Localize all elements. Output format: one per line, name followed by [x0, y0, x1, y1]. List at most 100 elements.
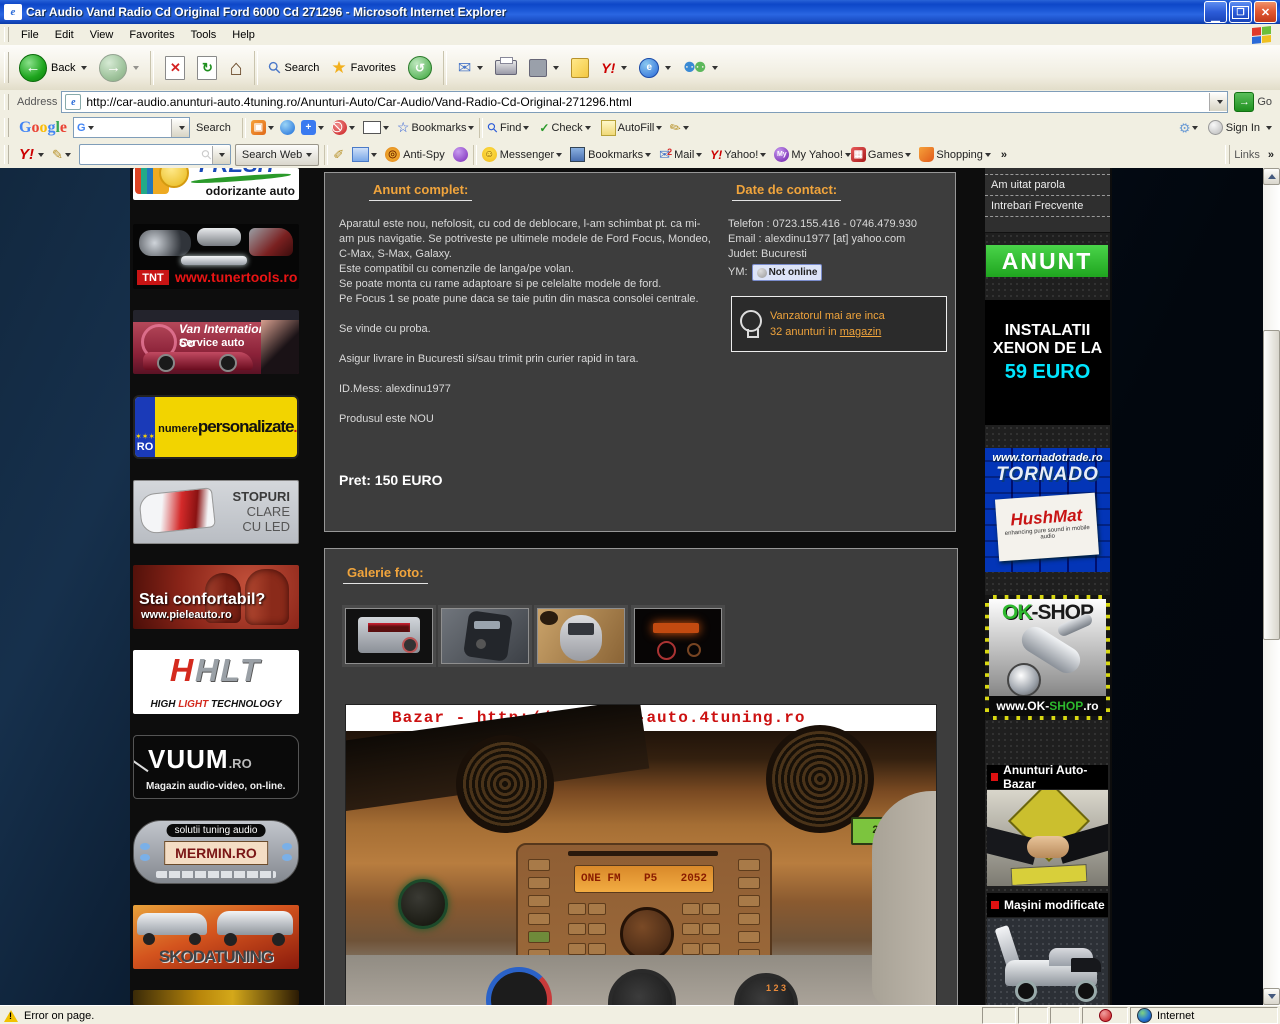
globe-icon[interactable] [280, 120, 295, 135]
close-button[interactable]: ✕ [1254, 1, 1277, 23]
go-button[interactable]: → Go [1234, 92, 1272, 112]
highlight-pen-icon[interactable]: ✐ [333, 147, 344, 163]
autofill-button[interactable]: AutoFill [618, 122, 655, 134]
yahoo-search-input[interactable]: ⚲ [79, 144, 231, 165]
ad-banner-hlt[interactable]: HHLT HIGH LIGHT TECHNOLOGY [133, 650, 299, 714]
yahoo-services-button[interactable]: Y! [595, 57, 633, 79]
ad-banner-stopuri-led[interactable]: STOPURI CLARE CU LED [133, 480, 299, 544]
sidebar-section-bazar[interactable]: Anunturi Auto-Bazar [987, 765, 1108, 789]
news-icon[interactable]: ▣ [251, 120, 266, 135]
plate-big-text: personalizate [198, 417, 294, 437]
ad-banner-van-international[interactable]: Van International & Co Service auto [133, 310, 299, 374]
warning-icon[interactable] [4, 1010, 18, 1022]
status-panel [982, 1007, 1016, 1024]
shopping-menu[interactable]: Shopping [936, 149, 983, 161]
yahoo-search-dropdown[interactable] [212, 146, 230, 164]
history-button[interactable]: ↺ [402, 53, 438, 83]
ad-banner-tornado[interactable]: www.tornadotrade.ro TORNADO HushMat enha… [985, 448, 1110, 572]
search-web-button[interactable]: Search Web [235, 144, 319, 166]
popup-blocked-panel[interactable] [1082, 1007, 1128, 1024]
home-button[interactable]: ⌂ [223, 52, 248, 84]
mail-button[interactable]: ✉ [452, 55, 489, 81]
gallery-thumbnail-3[interactable] [537, 608, 625, 664]
ad-banner-vuum[interactable]: VUUM .RO Magazin audio-video, on-line. [133, 735, 299, 799]
back-button[interactable]: ← Back [13, 51, 93, 85]
minimize-button[interactable]: ▁ [1204, 1, 1227, 23]
forward-button[interactable]: → [93, 51, 145, 85]
ad-banner-anunt[interactable]: ANUNT [986, 245, 1108, 277]
pencil-icon[interactable]: ✎ [52, 147, 63, 163]
find-button[interactable]: Find [500, 122, 521, 134]
google-bookmarks-button[interactable]: Bookmarks [411, 122, 466, 134]
favorites-button[interactable]: ★ Favorites [325, 55, 402, 81]
ad-banner-pieleauto[interactable]: Stai confortabil? www.pieleauto.ro [133, 565, 299, 629]
sidebar-section-masini[interactable]: Mașini modificate [987, 893, 1108, 917]
notes-button[interactable] [565, 55, 595, 81]
ad-banner-mermin[interactable]: solutii tuning audio MERMIN.RO [133, 820, 299, 884]
sign-in-button[interactable]: Sign In [1226, 122, 1260, 134]
vertical-scrollbar[interactable] [1263, 168, 1280, 1005]
ad-banner-skodatuning[interactable]: SKODATUNING [133, 905, 299, 969]
scroll-up-button[interactable] [1263, 168, 1280, 185]
games-menu[interactable]: Games [868, 149, 903, 161]
my-yahoo-menu[interactable]: My Yahoo! [791, 149, 843, 161]
menu-favorites[interactable]: Favorites [121, 27, 182, 43]
links-label[interactable]: Links [1234, 149, 1260, 161]
search-button[interactable]: ⚲ Search [263, 55, 326, 81]
sharing-button[interactable]: ⚉ ⚉ [677, 56, 724, 79]
main-photo[interactable]: Bazar - http://anunturi-auto.4tuning.ro … [345, 704, 937, 1005]
menu-file[interactable]: File [13, 27, 47, 43]
yahoo-bookmarks-menu[interactable]: Bookmarks [588, 149, 643, 161]
back-dropdown-icon[interactable] [81, 66, 87, 70]
anti-spy-button[interactable]: Anti-Spy [403, 149, 445, 161]
window-icon[interactable] [352, 147, 369, 162]
yahoo-overflow-chevron[interactable]: » [1001, 149, 1007, 161]
print-button[interactable] [489, 57, 523, 78]
wrench-icon[interactable]: ⚙ [1176, 122, 1192, 134]
google-search-button[interactable]: Search [196, 122, 231, 134]
ad-banner-tunertools[interactable]: TNT www.tunertools.ro [133, 224, 299, 289]
refresh-button[interactable]: ↻ [191, 53, 223, 83]
popup-blocker-icon[interactable]: ⃠ [332, 120, 347, 135]
modified-car-image[interactable] [987, 918, 1108, 1005]
gallery-thumbnail-4[interactable] [634, 608, 722, 664]
check-button[interactable]: Check [551, 122, 582, 134]
add-icon[interactable]: + [301, 120, 316, 135]
address-input[interactable] [84, 93, 1209, 111]
menu-edit[interactable]: Edit [47, 27, 82, 43]
ad-banner-okshop[interactable]: OK-SHOP www.OK-SHOP.ro [985, 595, 1110, 720]
car-wheel [143, 933, 155, 945]
restore-button[interactable]: ❐ [1229, 1, 1252, 23]
handshake-image[interactable] [987, 790, 1108, 886]
yahoo-menu[interactable]: Yahoo! [724, 149, 758, 161]
sidebar-link-parola[interactable]: Am uitat parola [985, 174, 1110, 196]
sidebar-link-intrebari[interactable]: Intrebari Frecvente [985, 196, 1110, 217]
ad-banner-fresh[interactable]: FRESH odorizante auto [133, 168, 299, 200]
gallery-thumbnail-1[interactable] [345, 608, 433, 664]
ad-banner-xenon[interactable]: INSTALATII XENON DE LA 59 EURO [985, 300, 1110, 425]
google-search-dropdown[interactable] [171, 119, 189, 137]
address-dropdown[interactable] [1209, 93, 1227, 111]
ad-banner-partial[interactable] [133, 990, 299, 1005]
scroll-down-button[interactable] [1263, 988, 1280, 1005]
checkbox-icon[interactable] [363, 121, 381, 134]
menu-tools[interactable]: Tools [183, 27, 225, 43]
gallery-thumbnail-2[interactable] [441, 608, 529, 664]
ad-banner-numerepersonalizate[interactable]: ✶✶✶ RO numerepersonalizate.ro [133, 395, 299, 459]
google-search-input[interactable]: G [73, 117, 190, 138]
stop-button[interactable]: ✕ [159, 53, 191, 83]
scrollbar-thumb[interactable] [1263, 330, 1280, 640]
ym-status-badge[interactable]: Not online [752, 264, 823, 281]
messenger-menu[interactable]: Messenger [500, 149, 554, 161]
menu-help[interactable]: Help [224, 27, 263, 43]
forward-dropdown-icon[interactable] [133, 66, 139, 70]
messenger-button[interactable]: e [633, 55, 677, 81]
links-overflow-chevron[interactable]: » [1268, 149, 1274, 161]
yahoo-mail-menu[interactable]: Mail [674, 149, 694, 161]
magazin-link[interactable]: magazin [840, 326, 882, 338]
menu-view[interactable]: View [82, 27, 122, 43]
edit-button[interactable] [523, 56, 565, 80]
launchcast-icon[interactable] [453, 147, 468, 162]
yahoo-logo[interactable]: Y! [19, 146, 34, 163]
wand-icon[interactable]: ✎ [667, 118, 684, 137]
